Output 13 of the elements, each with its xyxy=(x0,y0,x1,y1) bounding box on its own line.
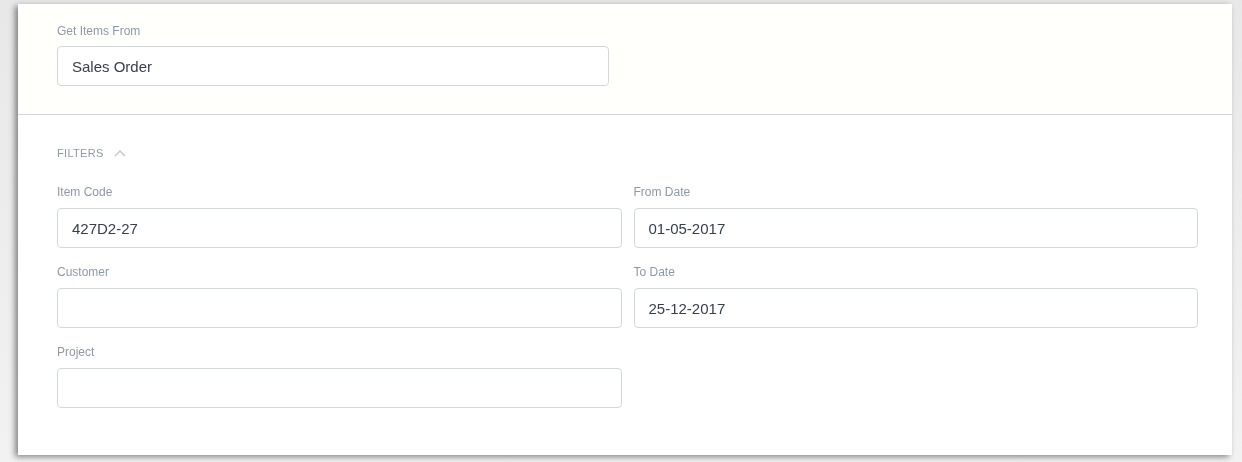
input-field[interactable] xyxy=(57,368,622,408)
field-label: Item Code xyxy=(57,185,114,199)
field-label: Project xyxy=(57,345,96,359)
field-label: Get Items From xyxy=(57,24,142,38)
input-field[interactable] xyxy=(57,288,622,328)
input-field[interactable]: 25-12-2017 xyxy=(633,288,1198,328)
field-label: Customer xyxy=(57,265,110,279)
field-label: To Date xyxy=(633,265,676,279)
input-field[interactable]: 427D2-27 xyxy=(57,208,622,248)
caret-icon xyxy=(113,149,126,157)
field-label: From Date xyxy=(633,185,692,199)
input-field[interactable]: Sales Order xyxy=(57,46,609,86)
input-field[interactable]: 01-05-2017 xyxy=(633,208,1198,248)
